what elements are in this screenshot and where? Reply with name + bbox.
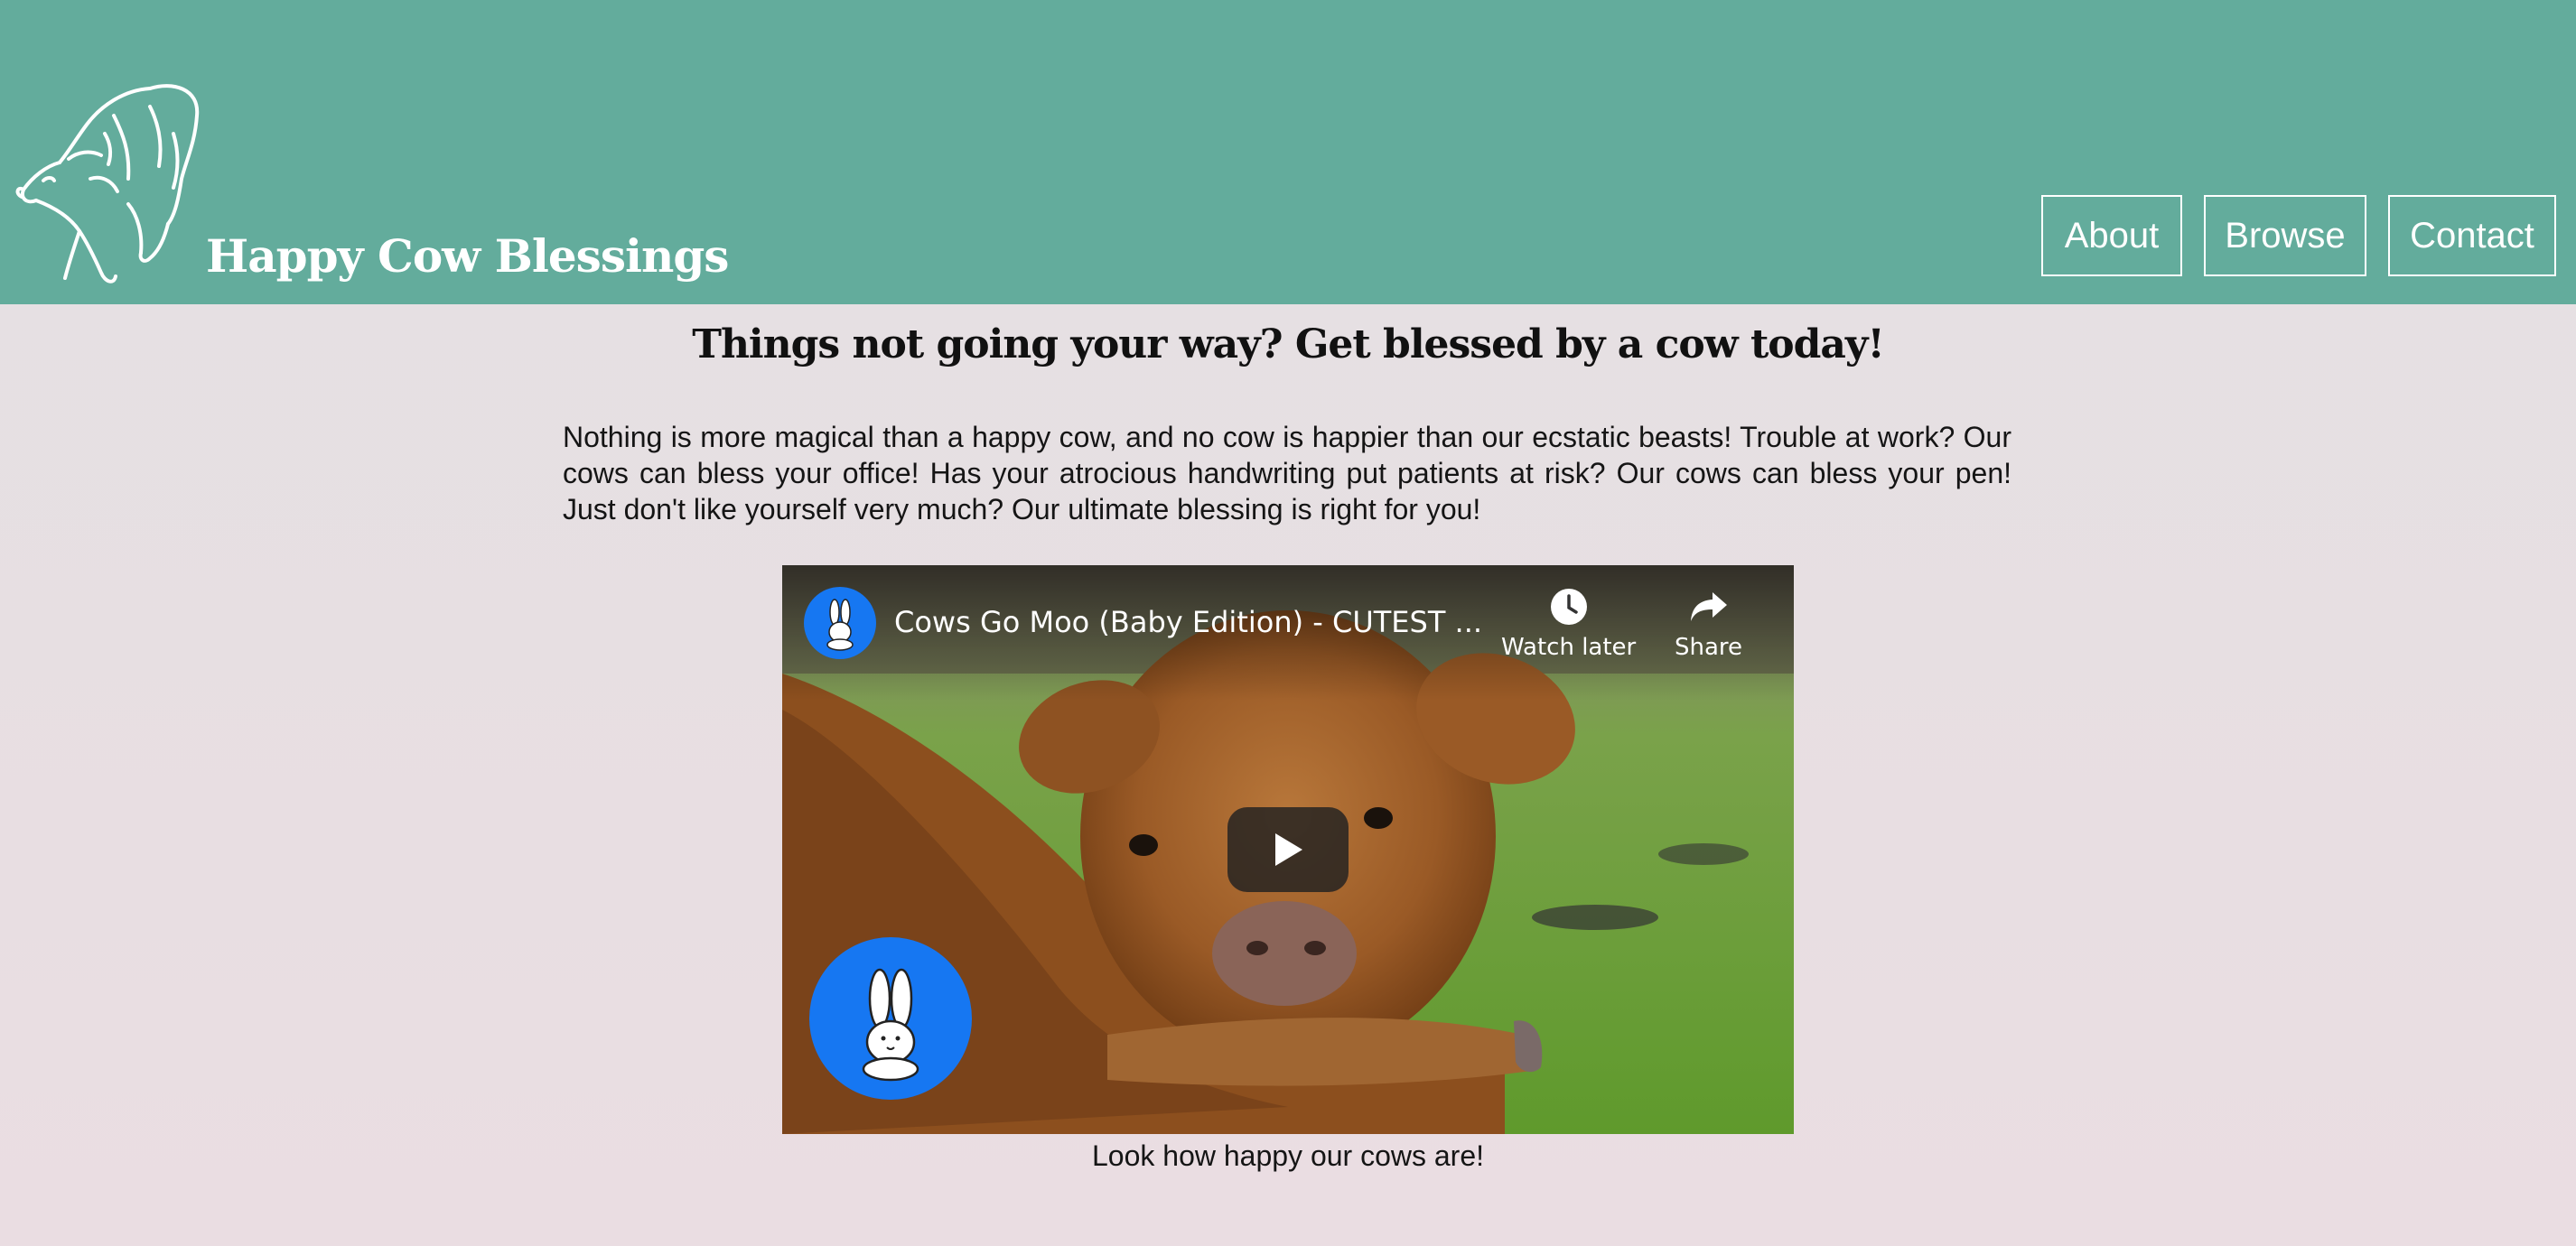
page-headline: Things not going your way? Get blessed b…	[692, 321, 1885, 367]
share-arrow-icon	[1690, 592, 1727, 621]
share-button[interactable]: Share	[1675, 587, 1742, 661]
watch-later-label: Watch later	[1501, 634, 1637, 661]
play-icon	[1275, 833, 1302, 866]
channel-avatar[interactable]	[804, 587, 876, 659]
video-embed[interactable]: Cows Go Moo (Baby Edition) - CUTEST ... …	[782, 565, 1794, 1134]
clock-icon	[1550, 589, 1587, 625]
bunny-avatar-icon	[826, 599, 854, 651]
nav-browse-button[interactable]: Browse	[2204, 195, 2366, 276]
nav-about-button[interactable]: About	[2041, 195, 2182, 276]
watch-later-button[interactable]: Watch later	[1501, 587, 1636, 661]
site-header: Happy Cow Blessings About Browse Contact	[0, 0, 2576, 304]
video-caption: Look how happy our cows are!	[1091, 1139, 1485, 1172]
cow-logo-icon[interactable]	[14, 79, 204, 289]
play-button[interactable]	[1227, 807, 1349, 892]
nav-contact-button[interactable]: Contact	[2388, 195, 2556, 276]
share-label: Share	[1675, 634, 1743, 661]
intro-paragraph: Nothing is more magical than a happy cow…	[563, 421, 2011, 525]
bunny-avatar-icon	[862, 968, 919, 1082]
channel-watermark[interactable]	[809, 937, 972, 1100]
video-title-link[interactable]: Cows Go Moo (Baby Edition) - CUTEST ...	[894, 605, 1482, 639]
site-title[interactable]: Happy Cow Blessings	[206, 229, 729, 283]
